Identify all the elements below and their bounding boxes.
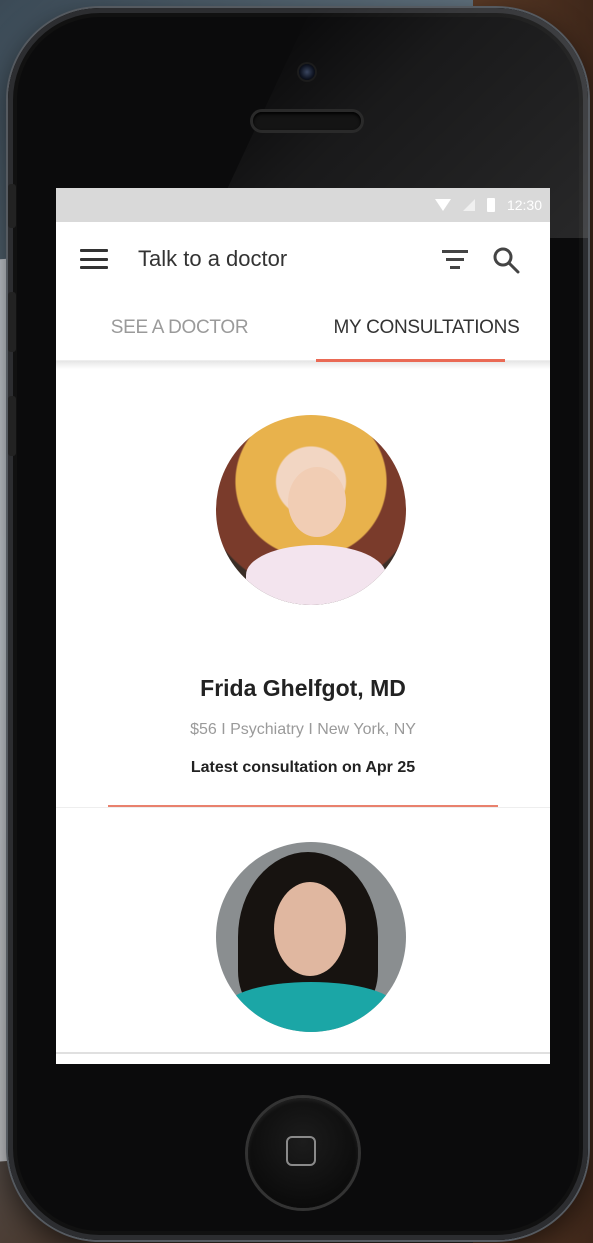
doctor-card[interactable] <box>56 808 550 1064</box>
tab-see-a-doctor[interactable]: SEE A DOCTOR <box>56 296 303 360</box>
home-button[interactable] <box>248 1098 358 1208</box>
tab-shadow <box>56 361 550 369</box>
mute-switch <box>8 184 16 228</box>
list-bottom-edge <box>56 1052 550 1054</box>
doctor-avatar <box>216 415 406 605</box>
status-bar: 12:30 <box>56 188 550 222</box>
tab-bar: SEE A DOCTOR MY CONSULTATIONS <box>56 296 550 362</box>
volume-up-button <box>8 292 16 352</box>
doctor-meta: $56 I Psychiatry I New York, NY <box>190 721 416 738</box>
volume-down-button <box>8 396 16 456</box>
latest-consultation: Latest consultation on Apr 25 <box>190 759 416 776</box>
front-camera <box>299 64 315 80</box>
doctor-avatar <box>216 842 406 1032</box>
search-icon[interactable] <box>492 246 520 274</box>
app-bar: Talk to a doctor <box>56 222 550 296</box>
home-square-icon <box>286 1136 316 1166</box>
hamburger-menu-icon[interactable] <box>80 249 108 269</box>
filter-icon[interactable] <box>442 250 468 270</box>
phone-frame: 12:30 Talk to a doctor SEE A DOCTOR MY C… <box>8 8 588 1240</box>
app-screen: 12:30 Talk to a doctor SEE A DOCTOR MY C… <box>56 188 550 1064</box>
battery-icon <box>486 198 495 212</box>
doctor-name: Frida Ghelfgot, MD <box>200 675 406 701</box>
app-title: Talk to a doctor <box>138 246 288 271</box>
doctor-card[interactable]: Frida Ghelfgot, MD $56 I Psychiatry I Ne… <box>56 369 550 808</box>
status-time: 12:30 <box>506 197 542 213</box>
earpiece-speaker <box>253 112 361 130</box>
wifi-icon <box>434 199 451 211</box>
signal-icon <box>462 199 475 211</box>
tab-my-consultations[interactable]: MY CONSULTATIONS <box>303 296 550 362</box>
